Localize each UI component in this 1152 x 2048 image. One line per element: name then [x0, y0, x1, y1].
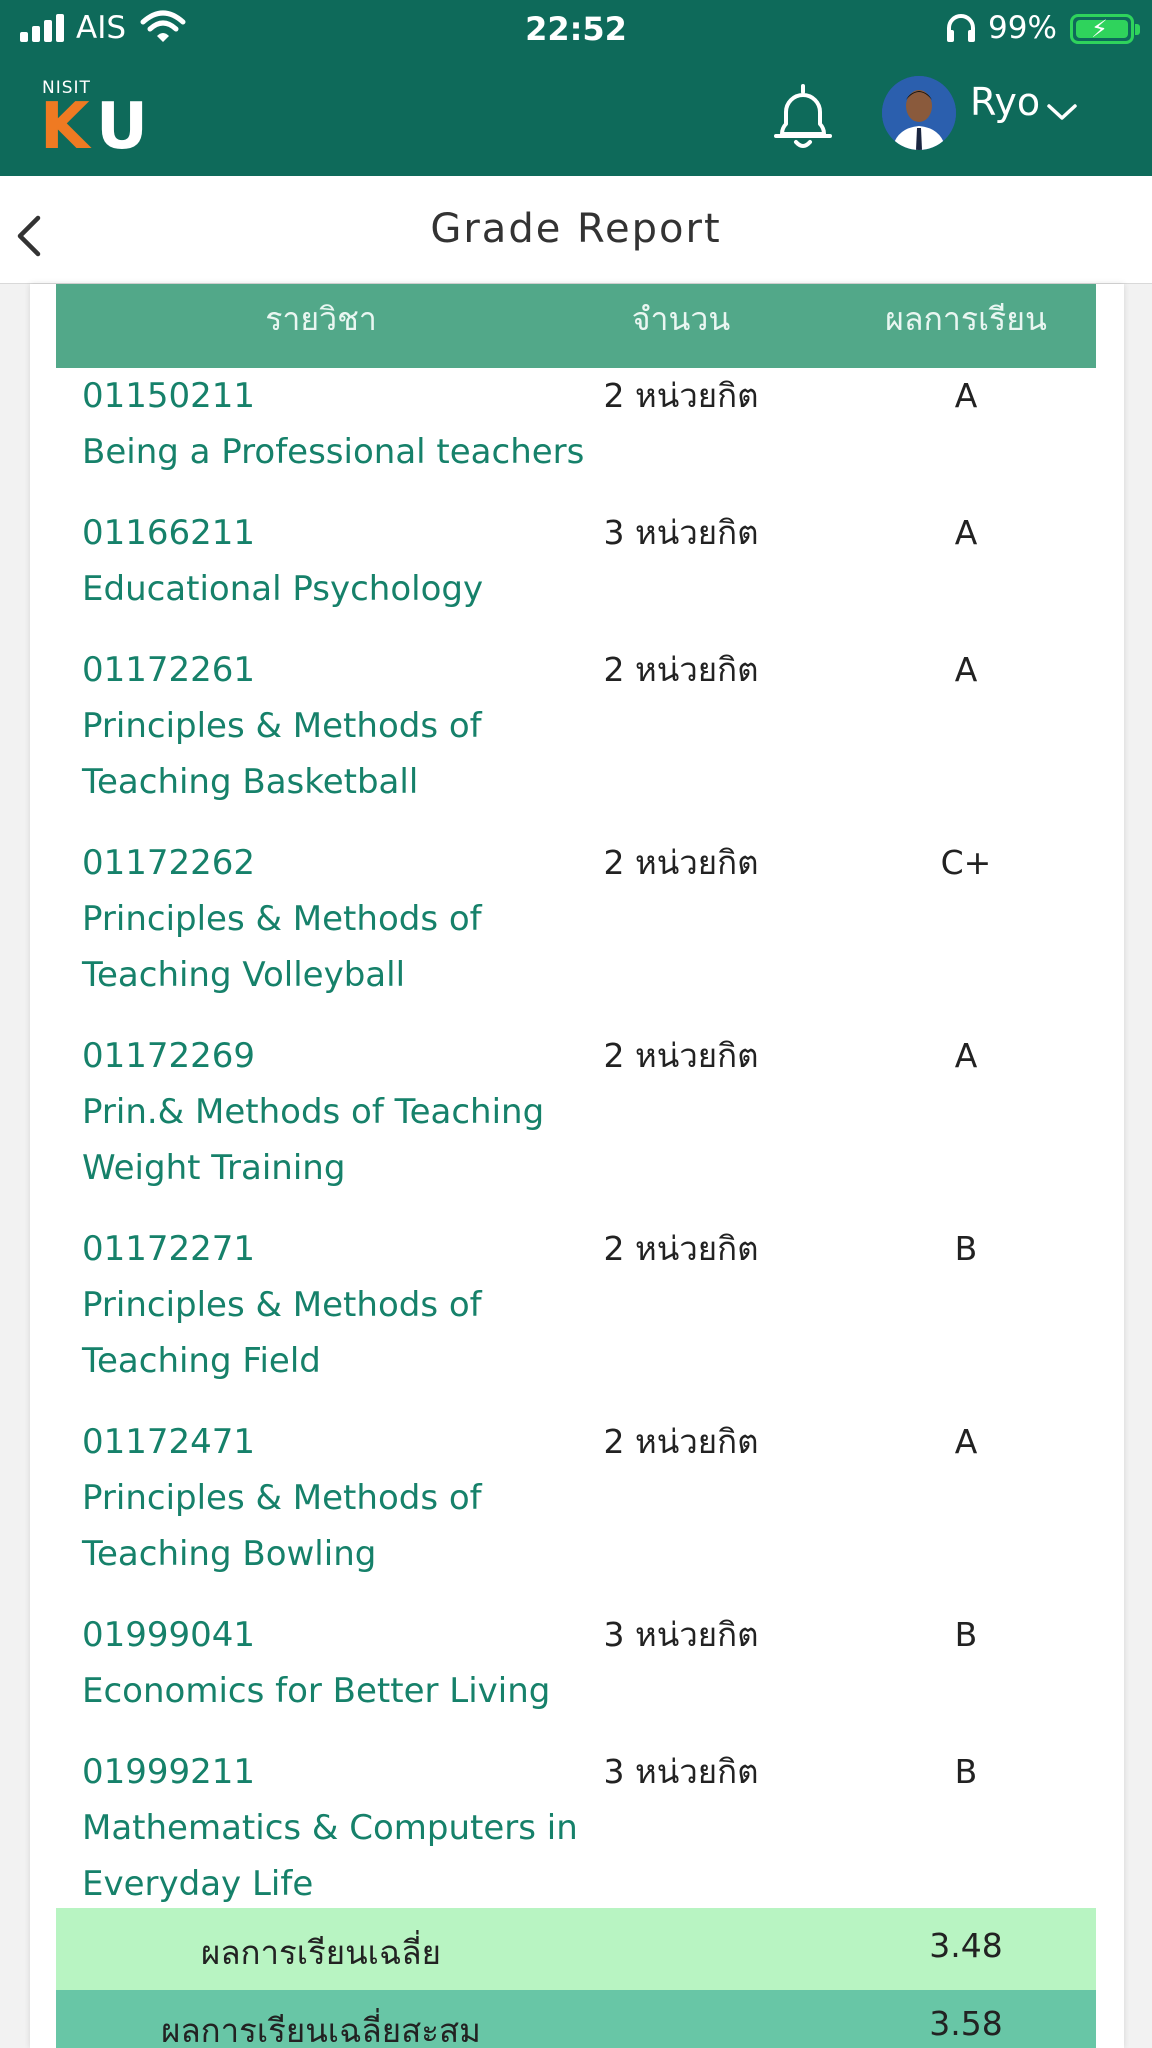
course-name: Principles & Methods of: [82, 899, 482, 939]
cumulative-gpa-label: ผลการเรียนเฉลี่ยสะสม: [161, 2011, 481, 2048]
battery-percentage: 99%: [988, 10, 1057, 46]
grade-cell: B: [954, 1229, 978, 1268]
course-cell: 01150211 Being a Professional teachers: [82, 368, 602, 480]
course-cell: 01172269 Prin.& Methods of Teaching Weig…: [82, 1028, 602, 1196]
course-cell: 01172471 Principles & Methods of Teachin…: [82, 1414, 602, 1582]
course-cell: 01166211 Educational Psychology: [82, 505, 602, 617]
column-course: รายวิชา: [265, 300, 377, 338]
grade-cell: A: [954, 1036, 978, 1075]
table-row[interactable]: 01166211 Educational Psychology 3 หน่วยก…: [56, 505, 1096, 642]
nav-bar: Grade Report: [0, 176, 1152, 284]
credit-cell: 2 หน่วยกิต: [603, 376, 759, 415]
table-row[interactable]: 01150211 Being a Professional teachers 2…: [56, 368, 1096, 505]
grade-cell: A: [954, 376, 978, 415]
battery-icon: ⚡: [1070, 14, 1140, 44]
table-row[interactable]: 01172261 Principles & Methods of Teachin…: [56, 642, 1096, 835]
grade-cell: B: [954, 1615, 978, 1654]
course-name-line2: Teaching Bowling: [82, 1534, 377, 1574]
page-title: Grade Report: [430, 206, 722, 252]
gpa-label: ผลการเรียนเฉลี่ย: [200, 1933, 441, 1972]
course-name: Prin.& Methods of Teaching: [82, 1092, 545, 1132]
grade-table: รายวิชา จำนวน ผลการเรียน 01150211 Being …: [56, 284, 1096, 2048]
table-row[interactable]: 01172262 Principles & Methods of Teachin…: [56, 835, 1096, 1028]
app-header: AIS 22:52 99% ⚡ NISIT K U Ryo: [0, 0, 1152, 176]
grade-cell: A: [954, 650, 978, 689]
user-name[interactable]: Ryo: [970, 80, 1040, 124]
ku-logo[interactable]: NISIT K U: [40, 78, 170, 164]
course-name: Principles & Methods of: [82, 1478, 482, 1518]
course-name: Economics for Better Living: [82, 1671, 551, 1711]
course-name-line2: Teaching Field: [82, 1341, 321, 1381]
gpa-summary-row: ผลการเรียนเฉลี่ย 3.48: [56, 1908, 1096, 1990]
course-code: 01172262: [82, 843, 256, 883]
credit-cell: 3 หน่วยกิต: [603, 1752, 759, 1791]
grade-cell: B: [954, 1752, 978, 1791]
course-name-line2: Teaching Basketball: [82, 762, 419, 802]
course-name: Principles & Methods of: [82, 706, 482, 746]
course-code: 01172471: [82, 1422, 256, 1462]
credit-cell: 3 หน่วยกิต: [603, 513, 759, 552]
column-grade: ผลการเรียน: [885, 300, 1047, 338]
table-row[interactable]: 01172269 Prin.& Methods of Teaching Weig…: [56, 1028, 1096, 1221]
course-name-line2: Weight Training: [82, 1148, 346, 1188]
table-header: รายวิชา จำนวน ผลการเรียน: [56, 284, 1096, 368]
column-credit: จำนวน: [631, 300, 731, 338]
credit-cell: 2 หน่วยกิต: [603, 1422, 759, 1461]
course-cell: 01999211 Mathematics & Computers in Ever…: [82, 1744, 602, 1912]
chevron-down-icon[interactable]: [1046, 102, 1078, 122]
headphone-icon: [947, 14, 975, 42]
status-bar: AIS 22:52 99% ⚡: [0, 0, 1152, 58]
grade-cell: A: [954, 1422, 978, 1461]
course-name: Principles & Methods of: [82, 1285, 482, 1325]
course-code: 01172271: [82, 1229, 256, 1269]
credit-cell: 3 หน่วยกิต: [603, 1615, 759, 1654]
course-cell: 01172261 Principles & Methods of Teachin…: [82, 642, 602, 810]
course-name: Mathematics & Computers in: [82, 1808, 578, 1848]
credit-cell: 2 หน่วยกิต: [603, 650, 759, 689]
course-code: 01150211: [82, 376, 256, 416]
credit-cell: 2 หน่วยกิต: [603, 1229, 759, 1268]
course-cell: 01172271 Principles & Methods of Teachin…: [82, 1221, 602, 1389]
course-name: Being a Professional teachers: [82, 432, 585, 472]
course-name-line2: Everyday Life: [82, 1864, 314, 1904]
grade-cell: C+: [940, 843, 992, 882]
course-code: 01172261: [82, 650, 256, 690]
bell-icon[interactable]: [768, 80, 838, 154]
grade-cell: A: [954, 513, 978, 552]
credit-cell: 2 หน่วยกิต: [603, 843, 759, 882]
cumulative-gpa-value: 3.58: [929, 2004, 1003, 2043]
credit-cell: 2 หน่วยกิต: [603, 1036, 759, 1075]
table-row[interactable]: 01172271 Principles & Methods of Teachin…: [56, 1221, 1096, 1414]
course-name: Educational Psychology: [82, 569, 484, 609]
course-name-line2: Teaching Volleyball: [82, 955, 406, 995]
course-code: 01999211: [82, 1752, 256, 1792]
gpa-value: 3.48: [929, 1926, 1003, 1965]
clock: 22:52: [525, 10, 627, 48]
course-cell: 01999041 Economics for Better Living: [82, 1607, 602, 1719]
table-row[interactable]: 01999041 Economics for Better Living 3 ห…: [56, 1607, 1096, 1744]
course-code: 01172269: [82, 1036, 256, 1076]
cumulative-gpa-row: ผลการเรียนเฉลี่ยสะสม 3.58: [56, 1990, 1096, 2048]
table-row[interactable]: 01172471 Principles & Methods of Teachin…: [56, 1414, 1096, 1607]
table-row[interactable]: 01999211 Mathematics & Computers in Ever…: [56, 1744, 1096, 1908]
course-code: 01166211: [82, 513, 256, 553]
course-cell: 01172262 Principles & Methods of Teachin…: [82, 835, 602, 1003]
course-code: 01999041: [82, 1615, 256, 1655]
avatar[interactable]: [882, 76, 956, 150]
